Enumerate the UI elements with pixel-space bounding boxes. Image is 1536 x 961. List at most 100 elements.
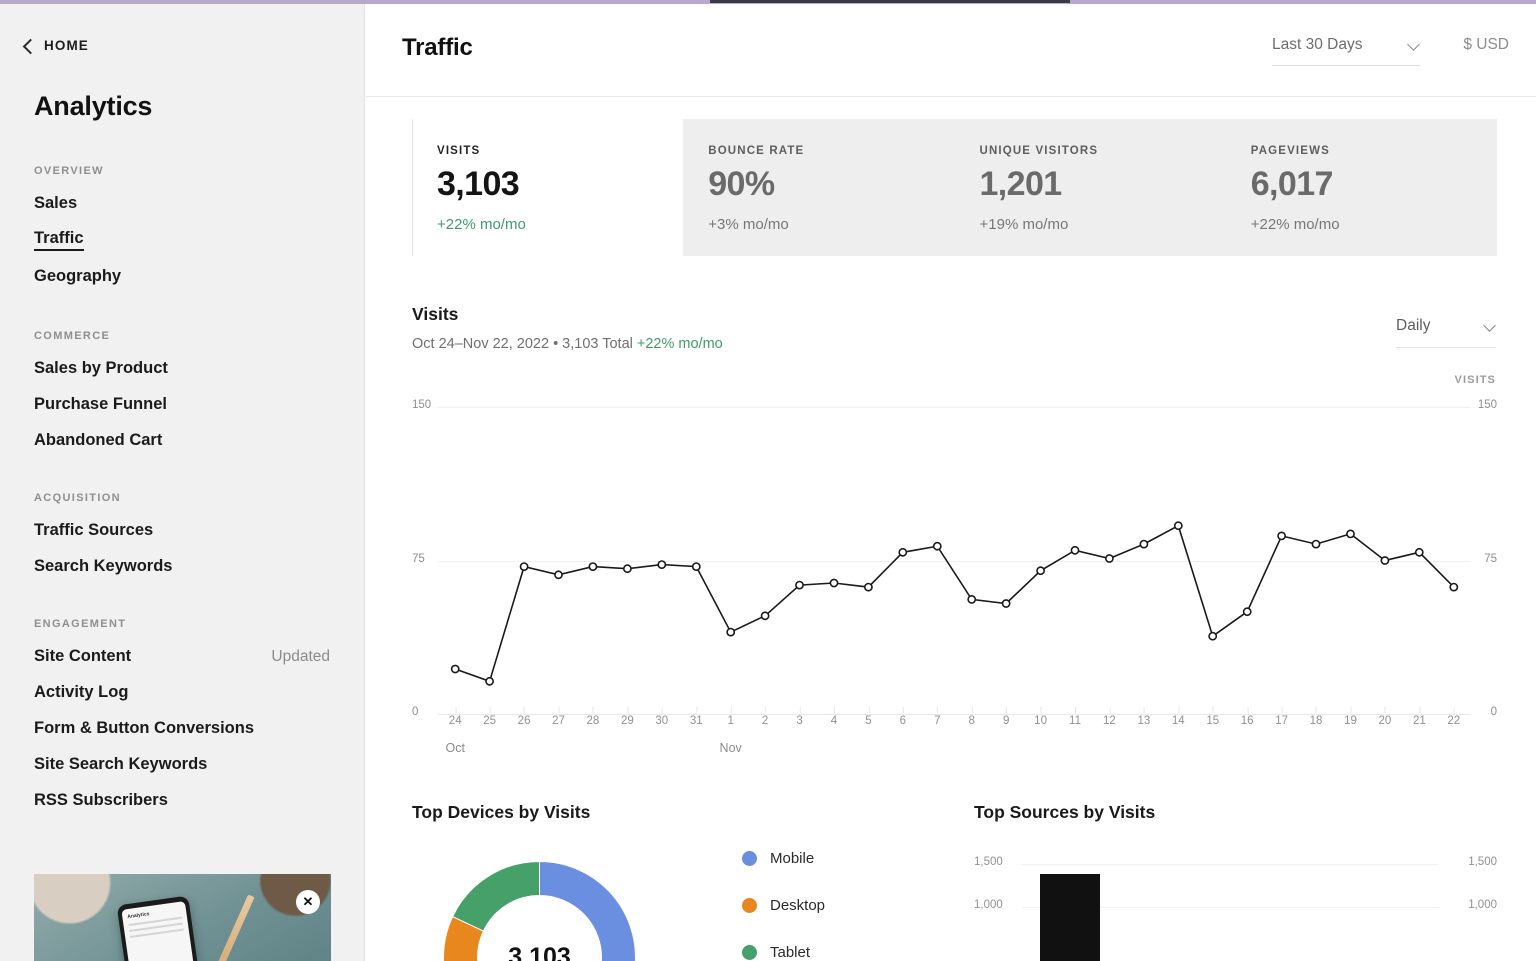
x-axis-tick: 17: [1275, 707, 1289, 727]
main-content: Traffic Last 30 Days $ USD VISITS 3,103 …: [366, 4, 1536, 961]
data-point: [760, 611, 770, 621]
kpi-card-bounce-rate[interactable]: BOUNCE RATE 90% +3% mo/mo: [683, 119, 954, 256]
kpi-card-unique-visitors[interactable]: UNIQUE VISITORS 1,201 +19% mo/mo: [955, 119, 1226, 256]
sidebar-item-rss-subscribers[interactable]: RSS Subscribers: [34, 791, 364, 810]
x-axis-tick-label: 27: [552, 715, 565, 727]
top-window-strip: [710, 0, 1070, 3]
x-axis-tick-label: 9: [1002, 715, 1010, 727]
sidebar-item-traffic[interactable]: Traffic: [34, 229, 364, 251]
nav-group-label: COMMERCE: [34, 330, 111, 342]
sidebar-item-label: RSS Subscribers: [34, 791, 168, 809]
x-axis-tick: 11: [1069, 707, 1081, 727]
sidebar-item-label: Activity Log: [34, 683, 129, 701]
kpi-label: VISITS: [437, 145, 481, 157]
x-axis-tick-label: 28: [586, 715, 600, 727]
sidebar-item-label: Geography: [34, 267, 122, 285]
currency-selector[interactable]: $ USD: [1463, 36, 1509, 54]
sidebar-item-sales-by-product[interactable]: Sales by Product: [34, 359, 364, 378]
y-axis-tick-label: 150: [1477, 399, 1497, 411]
data-point: [932, 541, 942, 551]
sources-bar-chart[interactable]: 1,000 1,000 1,500 1,500: [974, 842, 1497, 961]
legend-label: Mobile: [770, 850, 815, 867]
x-axis-tick-label: 5: [865, 715, 872, 727]
sidebar-item-form-button-conversions[interactable]: Form & Button Conversions: [34, 719, 364, 738]
donut-center-total: 3,103: [508, 943, 571, 961]
sidebar-item-site-content[interactable]: Site Content Updated: [34, 647, 364, 666]
y-axis-tick-label: 75: [1484, 552, 1497, 565]
kpi-label: UNIQUE VISITORS: [979, 145, 1099, 157]
x-axis-tick-label: 18: [1309, 715, 1323, 727]
visits-chart-subtitle: Oct 24–Nov 22, 2022 • 3,103 Total +22% m…: [412, 336, 723, 352]
visits-line-chart[interactable]: 0 0 75 75 150 150 24 25 26 27 28 29 30 31 1 2 3 4 5 6 7 8 9 10…: [412, 399, 1497, 755]
kpi-card-pageviews[interactable]: PAGEVIEWS 6,017 +22% mo/mo: [1226, 119, 1497, 256]
data-point: [1277, 531, 1286, 541]
chevron-down-icon: [1409, 40, 1420, 51]
sidebar-item-abandoned-cart[interactable]: Abandoned Cart: [34, 431, 364, 450]
bar[interactable]: [1040, 874, 1100, 961]
x-axis-tick-label: 16: [1240, 715, 1254, 727]
promo-banner[interactable]: Analytics ✕: [34, 874, 331, 961]
data-point: [1346, 529, 1355, 539]
x-axis-tick: 1: [727, 707, 734, 727]
data-point: [795, 580, 804, 590]
chevron-left-icon: [22, 40, 34, 52]
kpi-delta: +22% mo/mo: [437, 216, 526, 233]
x-axis-tick: 3: [796, 707, 803, 727]
legend-item-tablet[interactable]: Tablet: [742, 944, 825, 961]
x-axis-tick: 18: [1309, 707, 1323, 727]
x-axis-tick-label: 17: [1275, 715, 1289, 727]
x-axis-tick: 28: [586, 707, 600, 727]
granularity-select[interactable]: Daily: [1396, 317, 1496, 348]
data-point: [622, 564, 632, 574]
data-point: [691, 562, 701, 571]
data-point: [554, 570, 563, 580]
nav-group-acquisition: ACQUISITION Traffic Sources Search Keywo…: [0, 492, 364, 576]
x-axis-tick: 13: [1137, 707, 1150, 727]
data-point: [1036, 566, 1045, 576]
kpi-card-visits[interactable]: VISITS 3,103 +22% mo/mo: [412, 119, 684, 256]
kpi-row: VISITS 3,103 +22% mo/mo BOUNCE RATE 90% …: [412, 119, 1497, 256]
legend-item-desktop[interactable]: Desktop: [742, 897, 825, 914]
data-point: [450, 664, 460, 674]
data-point: [898, 547, 908, 557]
data-point: [1070, 545, 1080, 555]
home-back-link[interactable]: HOME: [0, 4, 364, 53]
date-range-value: Last 30 Days: [1272, 36, 1363, 53]
sidebar-item-purchase-funnel[interactable]: Purchase Funnel: [34, 395, 364, 414]
data-point: [1139, 539, 1149, 549]
date-range-select[interactable]: Last 30 Days: [1272, 36, 1420, 66]
data-point: [1001, 599, 1011, 608]
x-axis-tick-label: 21: [1412, 715, 1426, 727]
nav-group-engagement: ENGAGEMENT Site Content Updated Activity…: [0, 618, 364, 810]
sidebar-item-activity-log[interactable]: Activity Log: [34, 683, 364, 702]
visits-x-axis: 24 25 26 27 28 29 30 31 1 2 3 4 5 6 7 8 9 10 11 12 13 14 15 16 1…: [438, 707, 1471, 761]
sidebar-item-label: Site Search Keywords: [34, 755, 208, 773]
top-bar: Traffic Last 30 Days $ USD: [366, 4, 1536, 97]
sidebar-item-geography[interactable]: Geography: [34, 267, 364, 286]
chevron-down-icon: [1485, 321, 1496, 332]
kpi-value: 3,103: [437, 165, 520, 203]
legend-item-mobile[interactable]: Mobile: [742, 850, 825, 867]
x-axis-tick: 5: [865, 707, 872, 727]
x-axis-tick-label: 25: [483, 715, 497, 727]
sidebar-item-site-search-keywords[interactable]: Site Search Keywords: [34, 755, 364, 774]
y-axis-tick-label: 1,000: [1468, 899, 1497, 912]
nav-group-overview: OVERVIEW Sales Traffic Geography: [0, 165, 364, 286]
x-axis-tick: 12: [1103, 707, 1116, 727]
home-label: HOME: [44, 38, 89, 53]
data-point: [1173, 521, 1183, 531]
sidebar-item-sales[interactable]: Sales: [34, 194, 364, 213]
close-icon[interactable]: ✕: [296, 890, 320, 914]
gridline: [1022, 864, 1439, 865]
x-axis-tick-label: 6: [899, 715, 907, 727]
devices-donut-chart[interactable]: 3,103: [422, 840, 657, 961]
legend-label: Desktop: [770, 897, 826, 914]
sidebar-item-search-keywords[interactable]: Search Keywords: [34, 557, 364, 576]
kpi-delta: +22% mo/mo: [1250, 216, 1340, 233]
data-point: [1311, 539, 1321, 549]
y-axis-tick-label: 75: [412, 552, 425, 565]
x-axis-tick-label: 10: [1034, 715, 1047, 727]
x-axis-tick: 31: [690, 707, 703, 727]
nav-group-label: ACQUISITION: [34, 492, 121, 504]
sidebar-item-traffic-sources[interactable]: Traffic Sources: [34, 521, 364, 540]
